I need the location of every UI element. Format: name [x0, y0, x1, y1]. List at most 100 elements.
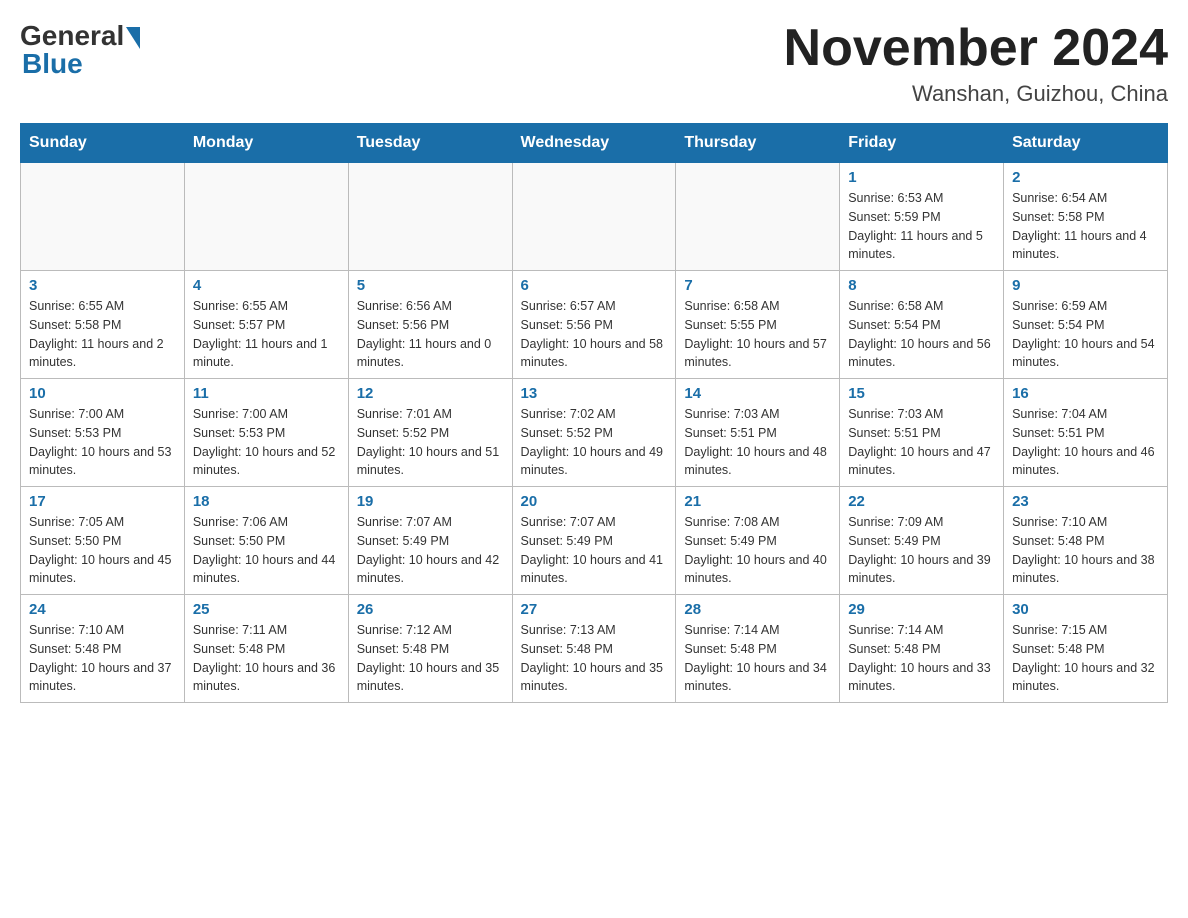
- calendar-cell: 6Sunrise: 6:57 AMSunset: 5:56 PMDaylight…: [512, 271, 676, 379]
- calendar-cell: 11 Sunrise: 7:00 AMSunset: 5:53 PMDayligh…: [184, 379, 348, 487]
- calendar-cell: 12 Sunrise: 7:01 AMSunset: 5:52 PMDayligh…: [348, 379, 512, 487]
- day-number: 21: [684, 493, 831, 510]
- day-number: 16: [1012, 385, 1159, 402]
- calendar-cell: 20 Sunrise: 7:07 AMSunset: 5:49 PMDayligh…: [512, 487, 676, 595]
- day-info: Sunrise: 7:14 AMSunset: 5:48 PMDaylight:…: [684, 621, 831, 696]
- day-info: Sunrise: 7:07 AMSunset: 5:49 PMDaylight:…: [521, 513, 668, 588]
- week-row-1: 1 Sunrise: 6:53 AMSunset: 5:59 PMDaylight…: [21, 163, 1168, 271]
- day-number: 13: [521, 385, 668, 402]
- day-info: Sunrise: 7:14 AMSunset: 5:48 PMDaylight:…: [848, 621, 995, 696]
- calendar-cell: 23 Sunrise: 7:10 AMSunset: 5:48 PMDayligh…: [1004, 487, 1168, 595]
- calendar-cell: [676, 163, 840, 271]
- day-info: Sunrise: 6:56 AMSunset: 5:56 PMDaylight:…: [357, 297, 504, 372]
- day-number: 30: [1012, 601, 1159, 618]
- day-number: 24: [29, 601, 176, 618]
- day-number: 20: [521, 493, 668, 510]
- day-info: Sunrise: 7:10 AMSunset: 5:48 PMDaylight:…: [1012, 513, 1159, 588]
- calendar-cell: 28 Sunrise: 7:14 AMSunset: 5:48 PMDayligh…: [676, 595, 840, 703]
- calendar-cell: 3Sunrise: 6:55 AMSunset: 5:58 PMDaylight…: [21, 271, 185, 379]
- calendar-cell: 5 Sunrise: 6:56 AMSunset: 5:56 PMDaylight…: [348, 271, 512, 379]
- calendar-cell: 9 Sunrise: 6:59 AMSunset: 5:54 PMDaylight…: [1004, 271, 1168, 379]
- day-number: 2: [1012, 169, 1159, 186]
- calendar-cell: 27 Sunrise: 7:13 AMSunset: 5:48 PMDayligh…: [512, 595, 676, 703]
- calendar-cell: [348, 163, 512, 271]
- logo-arrow-icon: [126, 27, 140, 49]
- calendar-cell: [184, 163, 348, 271]
- day-number: 28: [684, 601, 831, 618]
- day-info: Sunrise: 7:10 AMSunset: 5:48 PMDaylight:…: [29, 621, 176, 696]
- week-row-2: 3Sunrise: 6:55 AMSunset: 5:58 PMDaylight…: [21, 271, 1168, 379]
- day-number: 23: [1012, 493, 1159, 510]
- day-number: 5: [357, 277, 504, 294]
- calendar-cell: [512, 163, 676, 271]
- day-number: 18: [193, 493, 340, 510]
- calendar-header-tuesday: Tuesday: [348, 124, 512, 163]
- day-number: 1: [848, 169, 995, 186]
- day-number: 8: [848, 277, 995, 294]
- day-number: 15: [848, 385, 995, 402]
- day-info: Sunrise: 6:58 AMSunset: 5:55 PMDaylight:…: [684, 297, 831, 372]
- day-info: Sunrise: 6:54 AMSunset: 5:58 PMDaylight:…: [1012, 189, 1159, 264]
- month-title: November 2024: [784, 20, 1168, 77]
- calendar-cell: 19 Sunrise: 7:07 AMSunset: 5:49 PMDayligh…: [348, 487, 512, 595]
- day-info: Sunrise: 7:05 AMSunset: 5:50 PMDaylight:…: [29, 513, 176, 588]
- calendar-cell: 14Sunrise: 7:03 AMSunset: 5:51 PMDayligh…: [676, 379, 840, 487]
- title-area: November 2024 Wanshan, Guizhou, China: [784, 20, 1168, 107]
- calendar-cell: 16 Sunrise: 7:04 AMSunset: 5:51 PMDayligh…: [1004, 379, 1168, 487]
- day-number: 11: [193, 385, 340, 402]
- day-number: 17: [29, 493, 176, 510]
- calendar-cell: 25 Sunrise: 7:11 AMSunset: 5:48 PMDayligh…: [184, 595, 348, 703]
- calendar-cell: 2 Sunrise: 6:54 AMSunset: 5:58 PMDaylight…: [1004, 163, 1168, 271]
- logo: General Blue: [20, 20, 140, 80]
- day-info: Sunrise: 7:03 AMSunset: 5:51 PMDaylight:…: [848, 405, 995, 480]
- day-info: Sunrise: 7:06 AMSunset: 5:50 PMDaylight:…: [193, 513, 340, 588]
- day-info: Sunrise: 7:00 AMSunset: 5:53 PMDaylight:…: [193, 405, 340, 480]
- day-number: 26: [357, 601, 504, 618]
- day-number: 22: [848, 493, 995, 510]
- calendar-cell: 26Sunrise: 7:12 AMSunset: 5:48 PMDayligh…: [348, 595, 512, 703]
- day-info: Sunrise: 6:59 AMSunset: 5:54 PMDaylight:…: [1012, 297, 1159, 372]
- page-header: General Blue November 2024 Wanshan, Guiz…: [20, 20, 1168, 107]
- calendar-cell: 21 Sunrise: 7:08 AMSunset: 5:49 PMDayligh…: [676, 487, 840, 595]
- day-number: 9: [1012, 277, 1159, 294]
- day-number: 3: [29, 277, 176, 294]
- day-info: Sunrise: 7:03 AMSunset: 5:51 PMDaylight:…: [684, 405, 831, 480]
- day-number: 19: [357, 493, 504, 510]
- calendar-header-thursday: Thursday: [676, 124, 840, 163]
- day-info: Sunrise: 7:13 AMSunset: 5:48 PMDaylight:…: [521, 621, 668, 696]
- calendar-cell: 1 Sunrise: 6:53 AMSunset: 5:59 PMDaylight…: [840, 163, 1004, 271]
- day-number: 10: [29, 385, 176, 402]
- day-info: Sunrise: 7:07 AMSunset: 5:49 PMDaylight:…: [357, 513, 504, 588]
- calendar-cell: [21, 163, 185, 271]
- calendar-cell: 7 Sunrise: 6:58 AMSunset: 5:55 PMDaylight…: [676, 271, 840, 379]
- day-number: 25: [193, 601, 340, 618]
- calendar-cell: 17 Sunrise: 7:05 AMSunset: 5:50 PMDayligh…: [21, 487, 185, 595]
- location: Wanshan, Guizhou, China: [784, 81, 1168, 107]
- calendar-cell: 8 Sunrise: 6:58 AMSunset: 5:54 PMDaylight…: [840, 271, 1004, 379]
- calendar-cell: 24 Sunrise: 7:10 AMSunset: 5:48 PMDayligh…: [21, 595, 185, 703]
- day-number: 12: [357, 385, 504, 402]
- day-info: Sunrise: 7:04 AMSunset: 5:51 PMDaylight:…: [1012, 405, 1159, 480]
- calendar-cell: 30Sunrise: 7:15 AMSunset: 5:48 PMDayligh…: [1004, 595, 1168, 703]
- day-number: 7: [684, 277, 831, 294]
- day-info: Sunrise: 7:01 AMSunset: 5:52 PMDaylight:…: [357, 405, 504, 480]
- week-row-3: 10 Sunrise: 7:00 AMSunset: 5:53 PMDayligh…: [21, 379, 1168, 487]
- day-info: Sunrise: 7:11 AMSunset: 5:48 PMDaylight:…: [193, 621, 340, 696]
- day-info: Sunrise: 6:53 AMSunset: 5:59 PMDaylight:…: [848, 189, 995, 264]
- calendar-cell: 13Sunrise: 7:02 AMSunset: 5:52 PMDayligh…: [512, 379, 676, 487]
- week-row-5: 24 Sunrise: 7:10 AMSunset: 5:48 PMDayligh…: [21, 595, 1168, 703]
- day-info: Sunrise: 6:58 AMSunset: 5:54 PMDaylight:…: [848, 297, 995, 372]
- day-number: 27: [521, 601, 668, 618]
- logo-blue-text: Blue: [22, 48, 83, 80]
- calendar-cell: 10 Sunrise: 7:00 AMSunset: 5:53 PMDayligh…: [21, 379, 185, 487]
- week-row-4: 17 Sunrise: 7:05 AMSunset: 5:50 PMDayligh…: [21, 487, 1168, 595]
- day-info: Sunrise: 7:08 AMSunset: 5:49 PMDaylight:…: [684, 513, 831, 588]
- day-number: 29: [848, 601, 995, 618]
- calendar-cell: 22Sunrise: 7:09 AMSunset: 5:49 PMDayligh…: [840, 487, 1004, 595]
- calendar-header-friday: Friday: [840, 124, 1004, 163]
- day-number: 6: [521, 277, 668, 294]
- day-info: Sunrise: 6:55 AMSunset: 5:57 PMDaylight:…: [193, 297, 340, 372]
- day-number: 4: [193, 277, 340, 294]
- calendar-header-row: SundayMondayTuesdayWednesdayThursdayFrid…: [21, 124, 1168, 163]
- day-info: Sunrise: 7:00 AMSunset: 5:53 PMDaylight:…: [29, 405, 176, 480]
